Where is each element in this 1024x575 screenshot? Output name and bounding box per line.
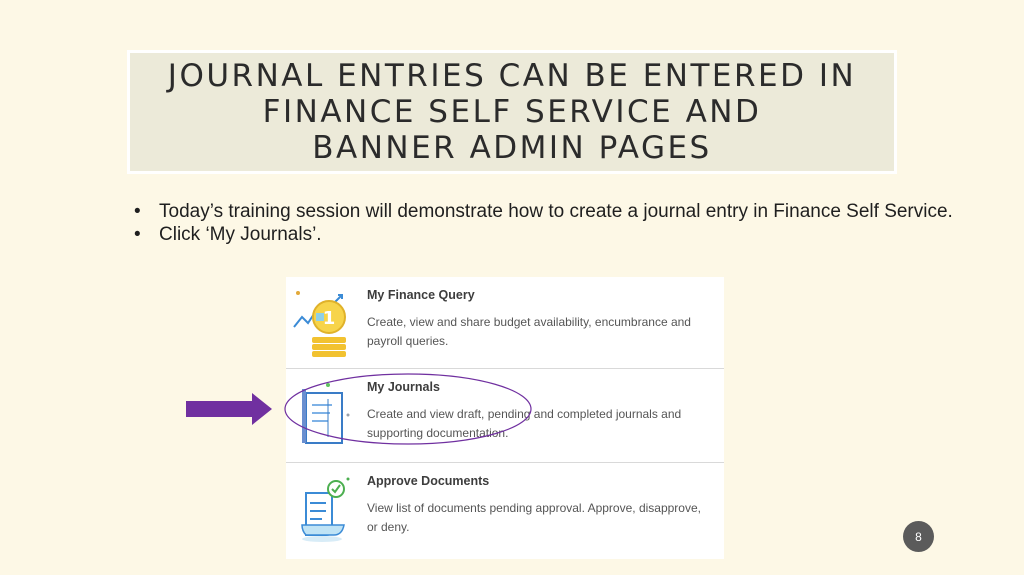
card-title: Approve Documents	[367, 474, 490, 488]
slide-title-box: JOURNAL ENTRIES CAN BE ENTERED IN FINANC…	[127, 50, 897, 174]
card-my-finance-query[interactable]: 1 My Finance Query Create, view and shar…	[286, 277, 724, 369]
slide-title-line-2: FINANCE SELF SERVICE AND	[262, 94, 762, 130]
page-number-badge: 8	[903, 521, 934, 552]
bullet-marker: •	[134, 224, 141, 245]
bullet-item: • Click ‘My Journals’.	[134, 223, 954, 246]
bullet-text: Today’s training session will demonstrat…	[159, 201, 953, 222]
bullet-text: Click ‘My Journals’.	[159, 224, 322, 245]
slide-title-line-3: BANNER ADMIN PAGES	[312, 130, 712, 166]
card-approve-documents[interactable]: Approve Documents View list of documents…	[286, 463, 724, 559]
finance-coins-icon: 1	[293, 291, 346, 357]
bullet-item: • Today’s training session will demonstr…	[134, 200, 954, 223]
slide-title-line-1: JOURNAL ENTRIES CAN BE ENTERED IN	[167, 58, 857, 94]
highlight-ellipse	[284, 373, 532, 445]
card-description: View list of documents pending approval.…	[367, 501, 701, 534]
card-description: Create, view and share budget availabili…	[367, 315, 691, 348]
card-title: My Finance Query	[367, 288, 475, 302]
coin-number-label: 1	[323, 308, 336, 329]
bullet-marker: •	[134, 201, 141, 222]
bullet-list: • Today’s training session will demonstr…	[134, 200, 954, 246]
approve-document-icon	[301, 477, 350, 542]
pointer-arrow	[186, 393, 272, 425]
